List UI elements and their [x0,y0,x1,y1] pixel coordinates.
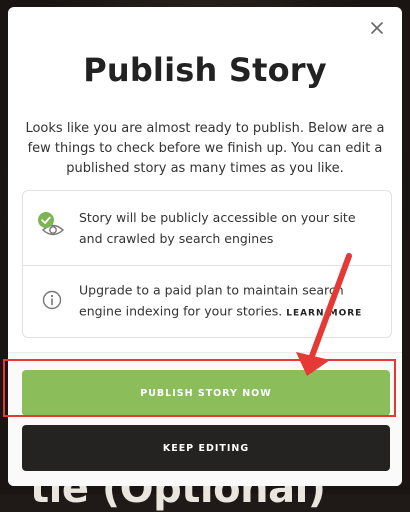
checklist-item-upgrade: Upgrade to a paid plan to maintain searc… [23,266,391,337]
annotation-highlight-box [3,359,396,417]
keep-editing-button[interactable]: KEEP EDITING [22,425,390,471]
eye-check-icon [37,211,67,245]
checklist-item-text: Story will be publicly accessible on you… [79,210,356,246]
modal-intro-text: Looks like you are almost ready to publi… [25,121,385,176]
info-icon [37,285,67,319]
close-button[interactable] [366,17,388,39]
checklist-item-text: Upgrade to a paid plan to maintain searc… [79,279,379,324]
close-icon [371,22,383,34]
checklist-item-visibility: Story will be publicly accessible on you… [23,191,391,266]
publish-checklist: Story will be publicly accessible on you… [22,190,392,338]
learn-more-link[interactable]: LEARN MORE [286,308,362,318]
modal-title: Publish Story [83,51,327,89]
